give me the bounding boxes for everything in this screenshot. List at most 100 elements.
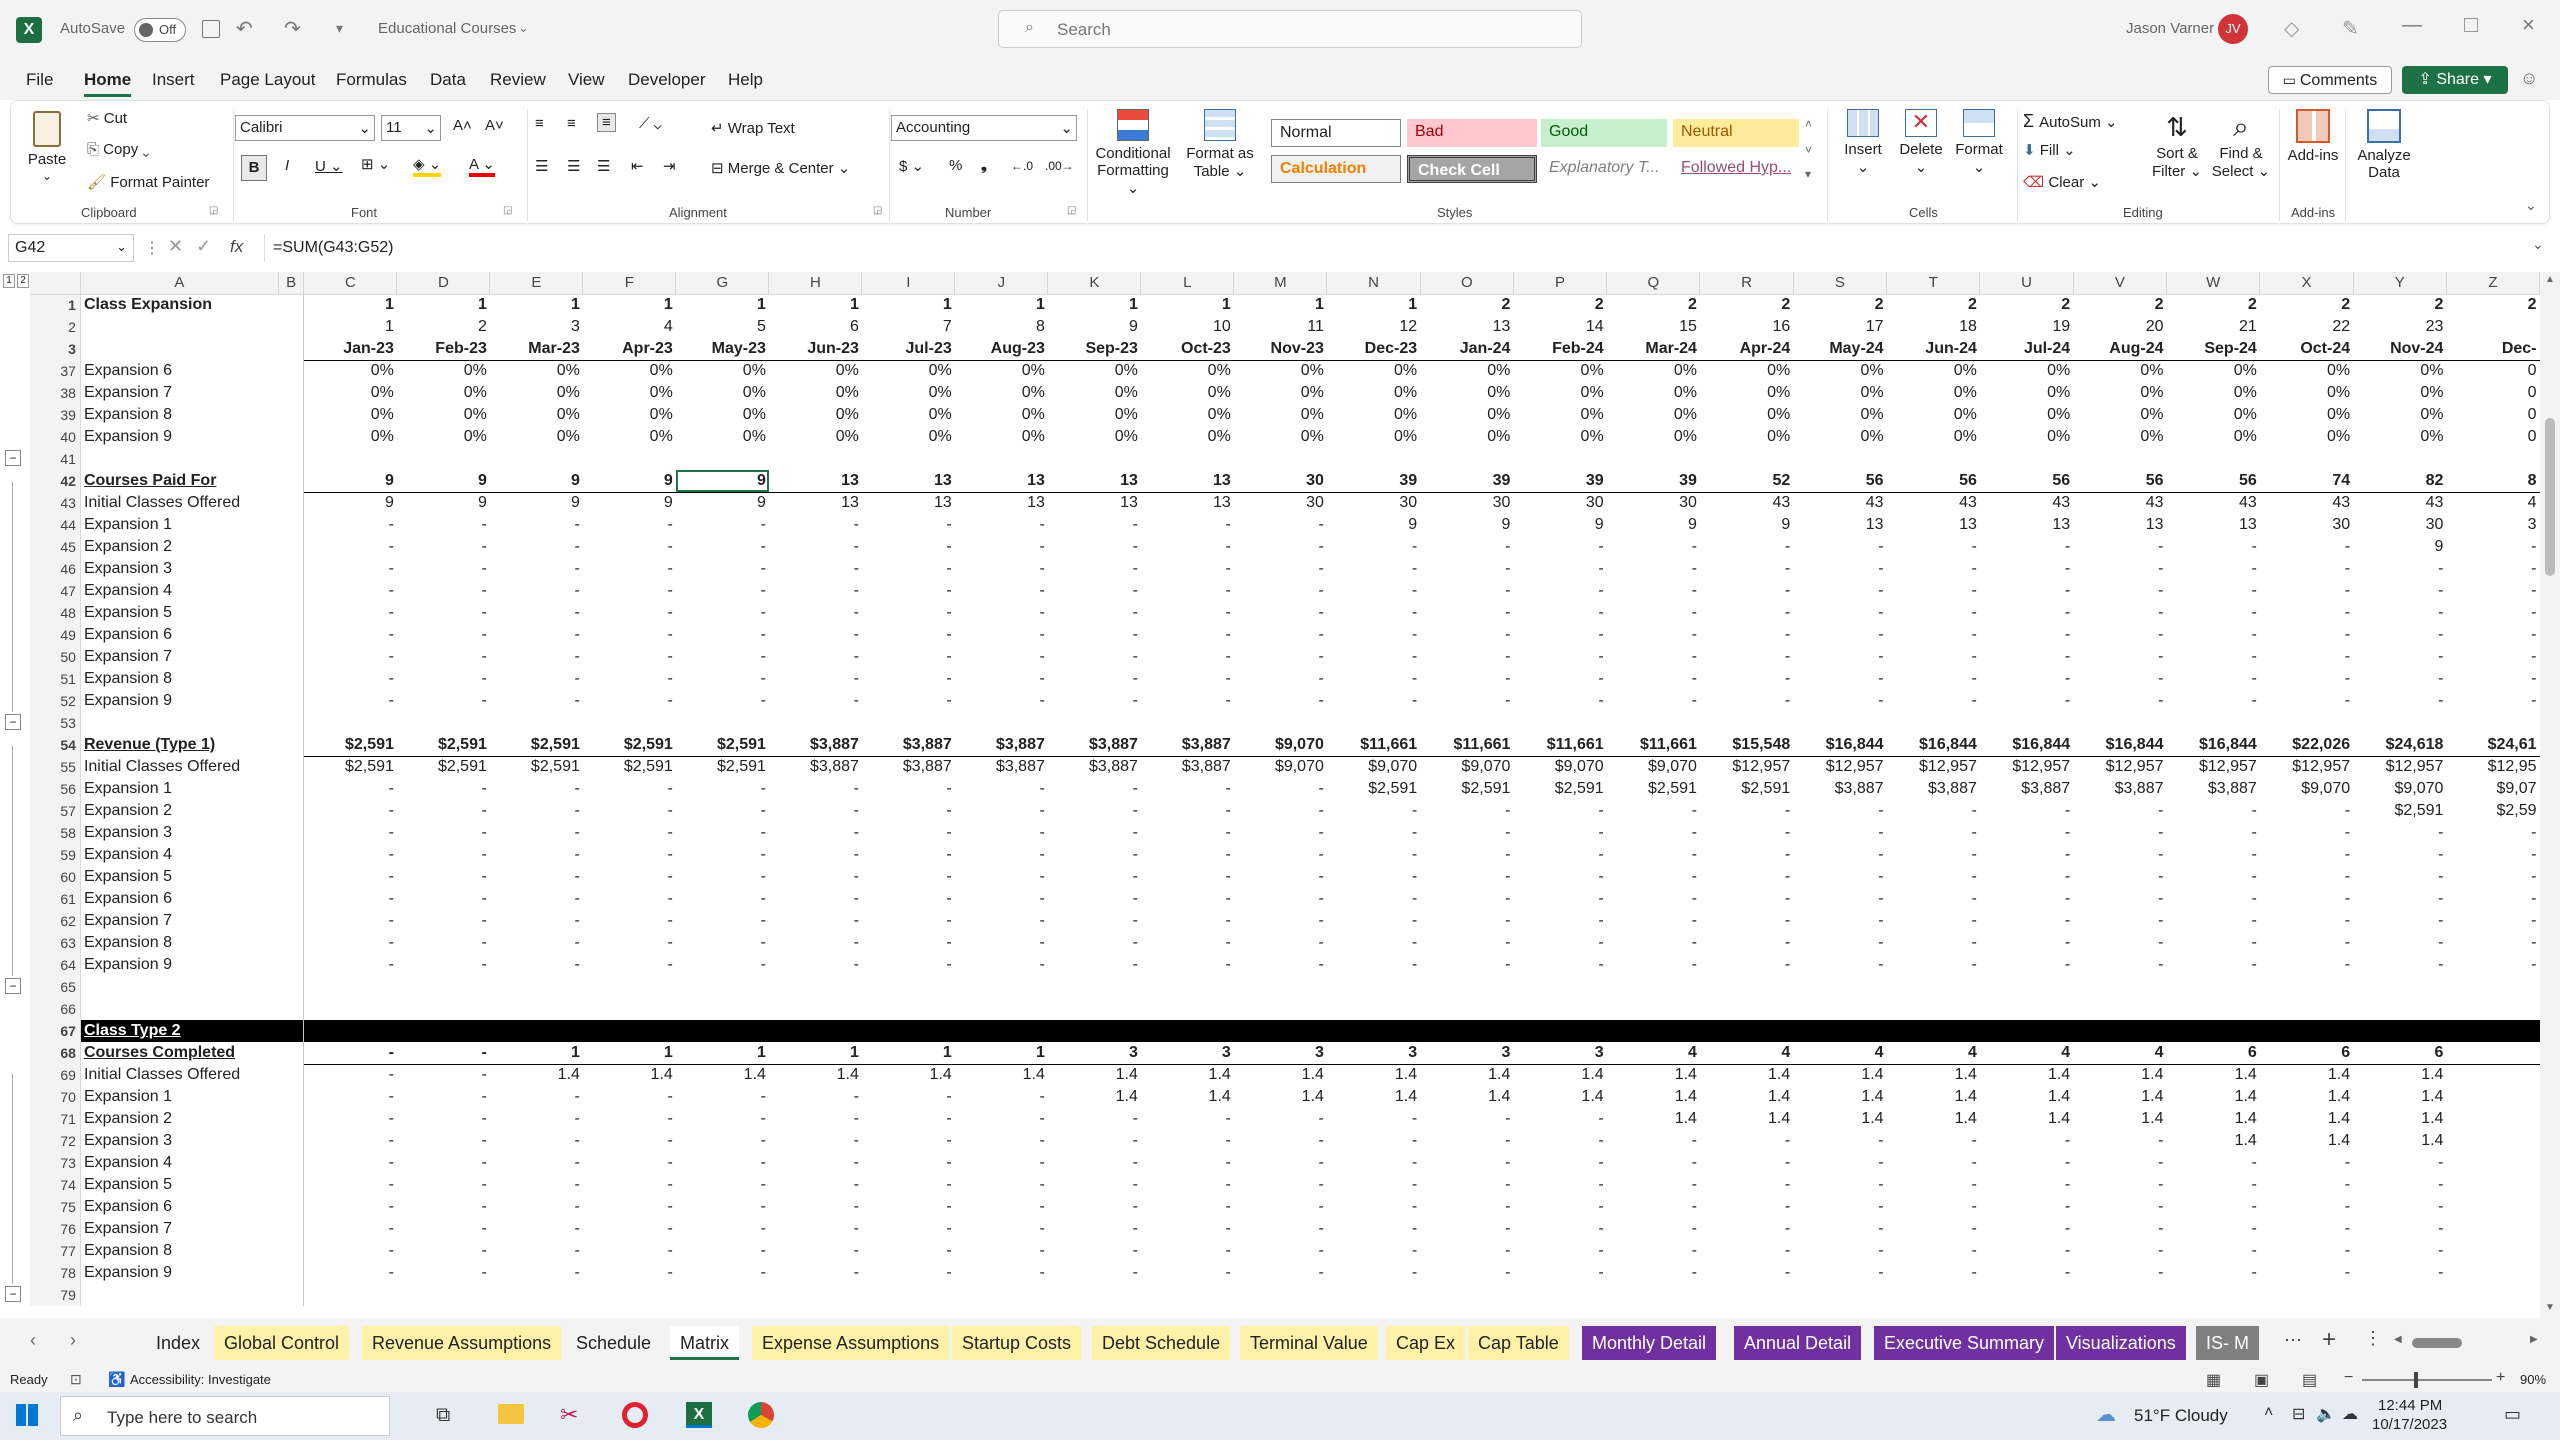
cell[interactable] <box>2446 448 2539 470</box>
cell[interactable] <box>2259 1020 2354 1042</box>
cell[interactable]: - <box>1607 580 1700 602</box>
cell[interactable]: - <box>1048 800 1141 822</box>
cell[interactable]: 8 <box>2446 470 2540 493</box>
cell[interactable]: - <box>304 668 397 690</box>
enter-icon[interactable]: ✓ <box>196 236 211 257</box>
cell[interactable]: $3,887 <box>861 734 955 757</box>
cell[interactable]: Aug-23 <box>954 338 1048 361</box>
cell[interactable]: 0% <box>1048 382 1141 404</box>
cell[interactable]: 0% <box>2073 404 2166 426</box>
cell[interactable]: - <box>397 514 490 536</box>
cell[interactable]: - <box>1700 932 1793 954</box>
cell[interactable] <box>1607 1284 1700 1306</box>
cell[interactable]: - <box>1887 1174 1980 1196</box>
cell[interactable]: - <box>955 844 1048 866</box>
zoom-level[interactable]: 90% <box>2520 1372 2546 1387</box>
cell[interactable] <box>1607 976 1700 998</box>
cell[interactable]: - <box>769 910 862 932</box>
cell[interactable]: - <box>1700 822 1793 844</box>
cell[interactable] <box>278 1152 305 1174</box>
column-header-s[interactable]: S <box>1793 272 1888 295</box>
cell[interactable]: 13 <box>1887 514 1980 536</box>
cell[interactable]: 6 <box>2166 1042 2260 1065</box>
cell[interactable]: - <box>1793 624 1886 646</box>
cell[interactable]: - <box>490 1240 583 1262</box>
cell[interactable]: - <box>1887 844 1980 866</box>
cell[interactable]: $11,661 <box>1420 734 1514 757</box>
cell[interactable] <box>278 888 305 910</box>
cell[interactable]: 4 <box>1699 1042 1794 1065</box>
cell[interactable]: - <box>1420 624 1513 646</box>
cell[interactable] <box>1793 1020 1887 1042</box>
cell[interactable]: $12,957 <box>1700 756 1793 778</box>
cell[interactable] <box>278 1240 305 1262</box>
row-label-cell[interactable]: Expansion 9 <box>80 690 278 712</box>
cell[interactable]: 0% <box>2353 382 2446 404</box>
cell[interactable]: 0% <box>1793 382 1886 404</box>
cell[interactable]: 1 <box>1141 294 1234 316</box>
sheet-tab-annual-detail[interactable]: Annual Detail <box>1734 1326 1862 1360</box>
cell[interactable]: - <box>1048 1130 1141 1152</box>
cell[interactable]: - <box>1513 668 1606 690</box>
cell[interactable]: - <box>2353 910 2446 932</box>
cell[interactable]: - <box>1141 1108 1234 1130</box>
cell[interactable]: 0% <box>2073 382 2166 404</box>
cell[interactable]: Mar-23 <box>489 338 583 361</box>
cell[interactable]: - <box>490 1130 583 1152</box>
cell[interactable]: - <box>2167 1262 2260 1284</box>
cell[interactable]: - <box>1700 668 1793 690</box>
cell[interactable]: - <box>676 602 769 624</box>
cell[interactable]: 56 <box>2073 470 2167 493</box>
diamond-icon[interactable]: ◇ <box>2284 16 2299 41</box>
decrease-indent-icon[interactable]: ⇤ <box>631 157 644 175</box>
cell[interactable]: - <box>769 822 862 844</box>
cell[interactable]: - <box>583 1130 676 1152</box>
cell[interactable]: 0% <box>862 360 955 382</box>
cell[interactable]: 1.4 <box>1607 1108 1700 1130</box>
cell[interactable]: 0% <box>2167 382 2260 404</box>
cell[interactable]: - <box>304 1130 397 1152</box>
cell[interactable]: - <box>2167 954 2260 976</box>
cell[interactable]: - <box>955 536 1048 558</box>
cell[interactable]: - <box>2073 668 2166 690</box>
cell[interactable]: - <box>1141 580 1234 602</box>
cell[interactable] <box>278 404 305 426</box>
cell[interactable]: - <box>2260 580 2353 602</box>
cell[interactable]: 3 <box>1233 1042 1327 1065</box>
cell[interactable]: Jul-24 <box>1979 338 2074 361</box>
cell[interactable]: - <box>1327 1196 1420 1218</box>
collapse-group-icon[interactable]: − <box>5 450 21 466</box>
cell[interactable]: 0% <box>955 382 1048 404</box>
clock-date[interactable]: 10/17/2023 <box>2372 1416 2447 1433</box>
cell[interactable]: - <box>1513 690 1606 712</box>
cell[interactable]: - <box>1980 1130 2073 1152</box>
row-label-cell[interactable]: Expansion 7 <box>80 382 278 404</box>
cell[interactable]: - <box>304 800 397 822</box>
cell[interactable]: 39 <box>1326 470 1421 493</box>
cell[interactable]: - <box>304 690 397 712</box>
cell[interactable] <box>1513 998 1606 1020</box>
cell[interactable]: - <box>2353 558 2446 580</box>
cell[interactable] <box>278 558 305 580</box>
cell[interactable]: 0% <box>1327 382 1420 404</box>
cell[interactable]: - <box>304 1196 397 1218</box>
cell[interactable]: - <box>397 1086 490 1108</box>
cell[interactable] <box>278 822 305 844</box>
cell[interactable]: - <box>1048 536 1141 558</box>
cell[interactable]: 13 <box>955 492 1048 514</box>
cell[interactable]: 1.4 <box>1234 1086 1327 1108</box>
cell[interactable]: 0% <box>1327 360 1420 382</box>
cell[interactable]: - <box>676 690 769 712</box>
cell[interactable]: - <box>862 888 955 910</box>
cell[interactable]: - <box>676 558 769 580</box>
cell[interactable]: - <box>2073 844 2166 866</box>
cell[interactable]: - <box>1607 822 1700 844</box>
cell[interactable] <box>1048 712 1141 734</box>
cell[interactable]: 1.4 <box>769 1064 862 1086</box>
cell[interactable]: 2 <box>1513 294 1606 316</box>
cell[interactable]: 0% <box>1513 404 1606 426</box>
cell[interactable]: - <box>1420 536 1513 558</box>
cell[interactable] <box>1141 448 1234 470</box>
cell[interactable]: 1.4 <box>1607 1064 1700 1086</box>
sort-filter-button[interactable]: ⇅ Sort & Filter ⌄ <box>2147 109 2207 180</box>
